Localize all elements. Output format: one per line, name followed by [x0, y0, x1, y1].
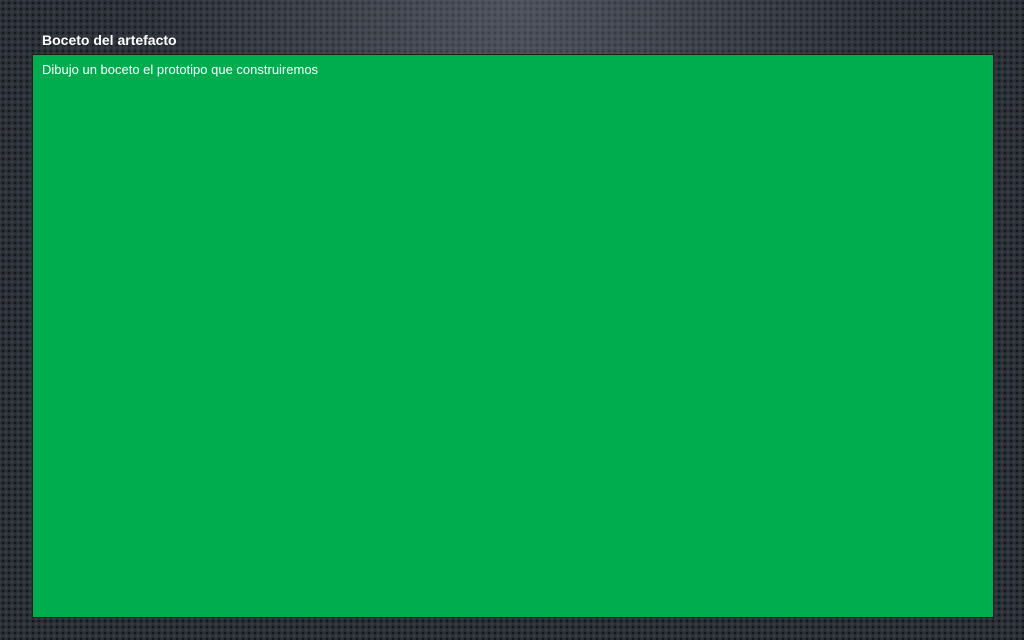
- slide-title: Boceto del artefacto: [42, 32, 177, 48]
- content-box: Dibujo un boceto el prototipo que constr…: [32, 54, 994, 618]
- content-box-text: Dibujo un boceto el prototipo que constr…: [42, 62, 319, 77]
